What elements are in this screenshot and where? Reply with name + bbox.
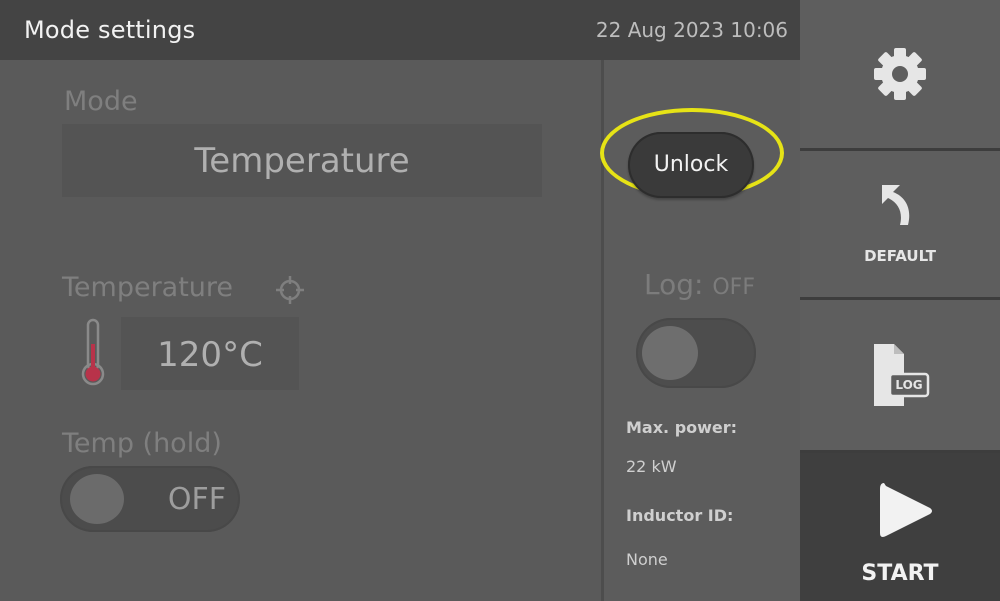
mode-value: Temperature bbox=[194, 141, 410, 181]
mode-settings-screen: Mode settings 22 Aug 2023 10:06 Mode Tem… bbox=[0, 0, 1000, 601]
log-state: OFF bbox=[712, 275, 755, 300]
right-panel: Unlock Log: OFF Max. power: 22 kW Induct… bbox=[600, 60, 800, 601]
default-button[interactable]: DEFAULT bbox=[800, 151, 1000, 297]
main-panel: Mode Temperature Temperature 120°C Temp … bbox=[0, 60, 601, 601]
temp-hold-toggle[interactable]: OFF bbox=[60, 466, 240, 532]
toggle-knob bbox=[642, 326, 698, 380]
temperature-input[interactable]: 120°C bbox=[121, 317, 299, 390]
gear-icon bbox=[874, 48, 926, 100]
thermometer-icon bbox=[81, 318, 105, 386]
default-label: DEFAULT bbox=[864, 247, 936, 265]
temperature-label: Temperature bbox=[62, 272, 234, 303]
target-icon[interactable] bbox=[274, 274, 306, 306]
toggle-knob bbox=[70, 474, 124, 524]
header-bar: Mode settings 22 Aug 2023 10:06 bbox=[0, 0, 800, 60]
settings-button[interactable] bbox=[800, 0, 1000, 148]
sidebar: DEFAULT LOG START bbox=[800, 0, 1000, 601]
play-icon bbox=[880, 483, 932, 537]
temp-hold-label: Temp (hold) bbox=[62, 428, 222, 459]
start-button[interactable]: START bbox=[800, 453, 1000, 601]
log-button[interactable]: LOG bbox=[800, 300, 1000, 450]
temperature-value: 120°C bbox=[157, 335, 263, 375]
temp-hold-state: OFF bbox=[167, 482, 226, 517]
log-icon-text: LOG bbox=[895, 378, 923, 392]
max-power-value: 22 kW bbox=[626, 457, 677, 476]
unlock-button[interactable]: Unlock bbox=[628, 132, 754, 198]
log-file-icon bbox=[874, 344, 930, 406]
mode-selector[interactable]: Temperature bbox=[62, 124, 542, 197]
page-title: Mode settings bbox=[24, 16, 196, 44]
undo-arrow-icon bbox=[882, 185, 910, 225]
start-label: START bbox=[861, 561, 939, 586]
mode-label: Mode bbox=[64, 86, 138, 117]
log-label-text: Log: bbox=[644, 268, 704, 301]
max-power-label: Max. power: bbox=[626, 418, 738, 437]
datetime-display: 22 Aug 2023 10:06 bbox=[595, 18, 788, 42]
inductor-id-value: None bbox=[626, 550, 668, 569]
log-toggle[interactable] bbox=[636, 318, 756, 388]
log-label: Log: OFF bbox=[644, 268, 755, 301]
inductor-id-label: Inductor ID: bbox=[626, 506, 734, 525]
